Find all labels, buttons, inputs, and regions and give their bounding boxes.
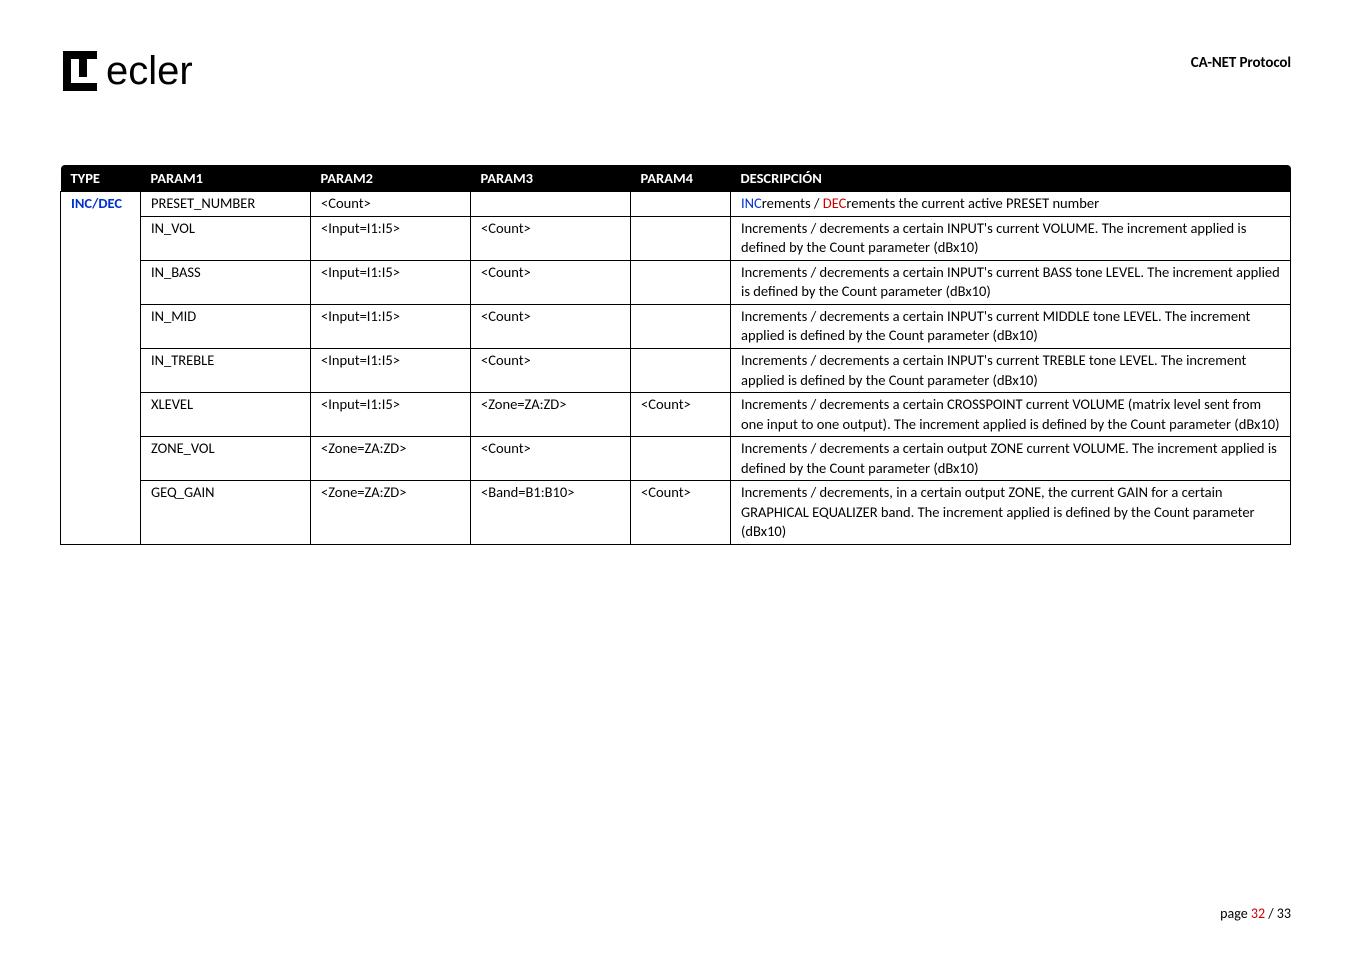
cell-param2: <Input=I1:I5> bbox=[311, 216, 471, 260]
cell-param4 bbox=[631, 437, 731, 481]
cell-param1: XLEVEL bbox=[141, 393, 311, 437]
page-header: ecler CA-NET Protocol bbox=[60, 48, 1291, 105]
th-desc: DESCRIPCIÓN bbox=[731, 165, 1291, 192]
cell-desc: Increments / decrements a certain INPUT'… bbox=[731, 348, 1291, 392]
cell-param2: <Input=I1:I5> bbox=[311, 393, 471, 437]
cell-param1: ZONE_VOL bbox=[141, 437, 311, 481]
table-row: XLEVEL <Input=I1:I5> <Zone=ZA:ZD> <Count… bbox=[61, 393, 1291, 437]
params-table: TYPE PARAM1 PARAM2 PARAM3 PARAM4 DESCRIP… bbox=[60, 165, 1291, 545]
cell-param1: PRESET_NUMBER bbox=[141, 192, 311, 217]
desc-dec: DEC bbox=[823, 194, 847, 212]
logo-text: ecler bbox=[106, 49, 193, 93]
cell-param3: <Zone=ZA:ZD> bbox=[471, 393, 631, 437]
cell-param4: <Count> bbox=[631, 393, 731, 437]
desc-inc: INC bbox=[741, 194, 762, 212]
footer-label: page bbox=[1220, 905, 1251, 922]
brand-logo: ecler bbox=[60, 48, 260, 105]
cell-param3: <Count> bbox=[471, 260, 631, 304]
cell-param3 bbox=[471, 192, 631, 217]
table-row: GEQ_GAIN <Zone=ZA:ZD> <Band=B1:B10> <Cou… bbox=[61, 481, 1291, 545]
table-row: IN_TREBLE <Input=I1:I5> <Count> Incremen… bbox=[61, 348, 1291, 392]
table-row: INC/DEC PRESET_NUMBER <Count> INCrements… bbox=[61, 192, 1291, 217]
cell-param1: IN_BASS bbox=[141, 260, 311, 304]
cell-param4 bbox=[631, 348, 731, 392]
table-body: INC/DEC PRESET_NUMBER <Count> INCrements… bbox=[61, 192, 1291, 545]
doc-title: CA-NET Protocol bbox=[1191, 54, 1291, 72]
ecler-logo-icon: ecler bbox=[60, 48, 260, 94]
cell-param2: <Input=I1:I5> bbox=[311, 348, 471, 392]
table-head: TYPE PARAM1 PARAM2 PARAM3 PARAM4 DESCRIP… bbox=[61, 165, 1291, 192]
cell-param3: <Count> bbox=[471, 216, 631, 260]
footer-sep: / bbox=[1265, 905, 1277, 922]
cell-desc: Increments / decrements a certain CROSSP… bbox=[731, 393, 1291, 437]
th-param3: PARAM3 bbox=[471, 165, 631, 192]
cell-param2: <Input=I1:I5> bbox=[311, 260, 471, 304]
cell-param4 bbox=[631, 260, 731, 304]
table-row: IN_VOL <Input=I1:I5> <Count> Increments … bbox=[61, 216, 1291, 260]
footer-page-current: 32 bbox=[1251, 905, 1265, 922]
cell-param4 bbox=[631, 304, 731, 348]
th-type: TYPE bbox=[61, 165, 141, 192]
cell-desc: Increments / decrements a certain INPUT'… bbox=[731, 216, 1291, 260]
cell-desc: INCrements / DECrements the current acti… bbox=[731, 192, 1291, 217]
cell-param1: IN_TREBLE bbox=[141, 348, 311, 392]
page-footer: page 32 / 33 bbox=[1220, 905, 1291, 922]
cell-param3: <Count> bbox=[471, 304, 631, 348]
th-param1: PARAM1 bbox=[141, 165, 311, 192]
footer-page-total: 33 bbox=[1277, 905, 1291, 922]
cell-param1: IN_VOL bbox=[141, 216, 311, 260]
cell-param1: GEQ_GAIN bbox=[141, 481, 311, 545]
cell-param4: <Count> bbox=[631, 481, 731, 545]
th-param4: PARAM4 bbox=[631, 165, 731, 192]
page: ecler CA-NET Protocol TYPE PARAM1 PARAM2… bbox=[0, 0, 1351, 954]
cell-param2: <Count> bbox=[311, 192, 471, 217]
cell-param1: IN_MID bbox=[141, 304, 311, 348]
cell-param2: <Input=I1:I5> bbox=[311, 304, 471, 348]
cell-param3: <Count> bbox=[471, 348, 631, 392]
th-param2: PARAM2 bbox=[311, 165, 471, 192]
table-row: ZONE_VOL <Zone=ZA:ZD> <Count> Increments… bbox=[61, 437, 1291, 481]
cell-param3: <Count> bbox=[471, 437, 631, 481]
cell-desc: Increments / decrements a certain INPUT'… bbox=[731, 304, 1291, 348]
desc-mid: rements / bbox=[762, 194, 823, 212]
cell-param3: <Band=B1:B10> bbox=[471, 481, 631, 545]
table-row: IN_BASS <Input=I1:I5> <Count> Increments… bbox=[61, 260, 1291, 304]
cell-desc: Increments / decrements, in a certain ou… bbox=[731, 481, 1291, 545]
table-row: IN_MID <Input=I1:I5> <Count> Increments … bbox=[61, 304, 1291, 348]
type-cell: INC/DEC bbox=[61, 192, 141, 545]
cell-desc: Increments / decrements a certain INPUT'… bbox=[731, 260, 1291, 304]
desc-rest: rements the current active PRESET number bbox=[846, 194, 1099, 212]
cell-param4 bbox=[631, 216, 731, 260]
cell-param2: <Zone=ZA:ZD> bbox=[311, 437, 471, 481]
cell-desc: Increments / decrements a certain output… bbox=[731, 437, 1291, 481]
cell-param2: <Zone=ZA:ZD> bbox=[311, 481, 471, 545]
cell-param4 bbox=[631, 192, 731, 217]
